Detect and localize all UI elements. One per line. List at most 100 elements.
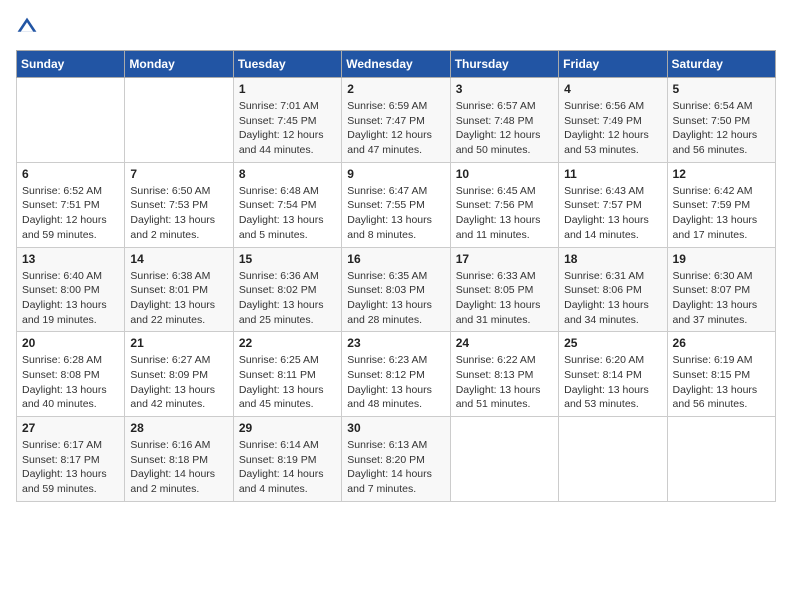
day-number: 18: [564, 252, 661, 266]
day-cell: 27 Sunrise: 6:17 AM Sunset: 8:17 PM Dayli…: [17, 417, 125, 502]
day-info: Sunrise: 6:30 AM Sunset: 8:07 PM Dayligh…: [673, 269, 770, 328]
day-cell: 10 Sunrise: 6:45 AM Sunset: 7:56 PM Dayli…: [450, 162, 558, 247]
day-info: Sunrise: 6:42 AM Sunset: 7:59 PM Dayligh…: [673, 184, 770, 243]
day-cell: 12 Sunrise: 6:42 AM Sunset: 7:59 PM Dayli…: [667, 162, 775, 247]
day-number: 20: [22, 336, 119, 350]
weekday-header-wednesday: Wednesday: [342, 51, 450, 78]
day-info: Sunrise: 6:54 AM Sunset: 7:50 PM Dayligh…: [673, 99, 770, 158]
week-row-4: 20 Sunrise: 6:28 AM Sunset: 8:08 PM Dayli…: [17, 332, 776, 417]
weekday-header-monday: Monday: [125, 51, 233, 78]
day-number: 21: [130, 336, 227, 350]
day-cell: 5 Sunrise: 6:54 AM Sunset: 7:50 PM Daylig…: [667, 78, 775, 163]
day-cell: 8 Sunrise: 6:48 AM Sunset: 7:54 PM Daylig…: [233, 162, 341, 247]
day-cell: 20 Sunrise: 6:28 AM Sunset: 8:08 PM Dayli…: [17, 332, 125, 417]
day-info: Sunrise: 6:52 AM Sunset: 7:51 PM Dayligh…: [22, 184, 119, 243]
day-number: 2: [347, 82, 444, 96]
day-cell: 21 Sunrise: 6:27 AM Sunset: 8:09 PM Dayli…: [125, 332, 233, 417]
day-info: Sunrise: 6:45 AM Sunset: 7:56 PM Dayligh…: [456, 184, 553, 243]
day-number: 10: [456, 167, 553, 181]
day-cell: 19Sunrise: 6:30 AM Sunset: 8:07 PM Dayli…: [667, 247, 775, 332]
day-number: 5: [673, 82, 770, 96]
day-info: Sunrise: 6:20 AM Sunset: 8:14 PM Dayligh…: [564, 353, 661, 412]
day-info: Sunrise: 6:48 AM Sunset: 7:54 PM Dayligh…: [239, 184, 336, 243]
day-info: Sunrise: 6:13 AM Sunset: 8:20 PM Dayligh…: [347, 438, 444, 497]
day-number: 14: [130, 252, 227, 266]
day-cell: 14 Sunrise: 6:38 AM Sunset: 8:01 PM Dayli…: [125, 247, 233, 332]
day-info: Sunrise: 6:17 AM Sunset: 8:17 PM Dayligh…: [22, 438, 119, 497]
day-cell: 29Sunrise: 6:14 AM Sunset: 8:19 PM Dayli…: [233, 417, 341, 502]
day-number: 28: [130, 421, 227, 435]
day-cell: [125, 78, 233, 163]
day-info: Sunrise: 6:27 AM Sunset: 8:09 PM Dayligh…: [130, 353, 227, 412]
day-cell: 24 Sunrise: 6:22 AM Sunset: 8:13 PM Dayli…: [450, 332, 558, 417]
day-cell: 3 Sunrise: 6:57 AM Sunset: 7:48 PM Daylig…: [450, 78, 558, 163]
day-number: 3: [456, 82, 553, 96]
day-info: Sunrise: 6:14 AM Sunset: 8:19 PM Dayligh…: [239, 438, 336, 497]
day-number: 6: [22, 167, 119, 181]
day-info: Sunrise: 6:35 AM Sunset: 8:03 PM Dayligh…: [347, 269, 444, 328]
day-number: 24: [456, 336, 553, 350]
week-row-1: 1 Sunrise: 7:01 AM Sunset: 7:45 PM Daylig…: [17, 78, 776, 163]
day-info: Sunrise: 6:19 AM Sunset: 8:15 PM Dayligh…: [673, 353, 770, 412]
day-number: 4: [564, 82, 661, 96]
weekday-header-thursday: Thursday: [450, 51, 558, 78]
day-number: 22: [239, 336, 336, 350]
day-info: Sunrise: 6:50 AM Sunset: 7:53 PM Dayligh…: [130, 184, 227, 243]
day-info: Sunrise: 6:57 AM Sunset: 7:48 PM Dayligh…: [456, 99, 553, 158]
day-cell: 15Sunrise: 6:36 AM Sunset: 8:02 PM Dayli…: [233, 247, 341, 332]
day-cell: 2 Sunrise: 6:59 AM Sunset: 7:47 PM Daylig…: [342, 78, 450, 163]
weekday-header-row: SundayMondayTuesdayWednesdayThursdayFrid…: [17, 51, 776, 78]
day-cell: 4 Sunrise: 6:56 AM Sunset: 7:49 PM Daylig…: [559, 78, 667, 163]
day-number: 7: [130, 167, 227, 181]
day-number: 8: [239, 167, 336, 181]
day-cell: 26 Sunrise: 6:19 AM Sunset: 8:15 PM Dayli…: [667, 332, 775, 417]
day-info: Sunrise: 6:22 AM Sunset: 8:13 PM Dayligh…: [456, 353, 553, 412]
day-cell: 9 Sunrise: 6:47 AM Sunset: 7:55 PM Daylig…: [342, 162, 450, 247]
day-info: Sunrise: 6:43 AM Sunset: 7:57 PM Dayligh…: [564, 184, 661, 243]
day-info: Sunrise: 6:23 AM Sunset: 8:12 PM Dayligh…: [347, 353, 444, 412]
weekday-header-sunday: Sunday: [17, 51, 125, 78]
day-cell: 16 Sunrise: 6:35 AM Sunset: 8:03 PM Dayli…: [342, 247, 450, 332]
page-header: [16, 16, 776, 38]
day-cell: 22 Sunrise: 6:25 AM Sunset: 8:11 PM Dayli…: [233, 332, 341, 417]
day-cell: [450, 417, 558, 502]
day-cell: 6 Sunrise: 6:52 AM Sunset: 7:51 PM Daylig…: [17, 162, 125, 247]
weekday-header-friday: Friday: [559, 51, 667, 78]
day-number: 27: [22, 421, 119, 435]
day-cell: 13Sunrise: 6:40 AM Sunset: 8:00 PM Dayli…: [17, 247, 125, 332]
day-info: Sunrise: 6:47 AM Sunset: 7:55 PM Dayligh…: [347, 184, 444, 243]
day-cell: 11Sunrise: 6:43 AM Sunset: 7:57 PM Dayli…: [559, 162, 667, 247]
day-number: 16: [347, 252, 444, 266]
day-info: Sunrise: 6:28 AM Sunset: 8:08 PM Dayligh…: [22, 353, 119, 412]
day-info: Sunrise: 7:01 AM Sunset: 7:45 PM Dayligh…: [239, 99, 336, 158]
day-cell: 18 Sunrise: 6:31 AM Sunset: 8:06 PM Dayli…: [559, 247, 667, 332]
day-info: Sunrise: 6:16 AM Sunset: 8:18 PM Dayligh…: [130, 438, 227, 497]
calendar-table: SundayMondayTuesdayWednesdayThursdayFrid…: [16, 50, 776, 502]
day-cell: 23 Sunrise: 6:23 AM Sunset: 8:12 PM Dayli…: [342, 332, 450, 417]
day-number: 9: [347, 167, 444, 181]
day-info: Sunrise: 6:33 AM Sunset: 8:05 PM Dayligh…: [456, 269, 553, 328]
day-info: Sunrise: 6:59 AM Sunset: 7:47 PM Dayligh…: [347, 99, 444, 158]
day-number: 30: [347, 421, 444, 435]
day-cell: [559, 417, 667, 502]
day-info: Sunrise: 6:25 AM Sunset: 8:11 PM Dayligh…: [239, 353, 336, 412]
day-number: 25: [564, 336, 661, 350]
day-info: Sunrise: 6:38 AM Sunset: 8:01 PM Dayligh…: [130, 269, 227, 328]
week-row-5: 27 Sunrise: 6:17 AM Sunset: 8:17 PM Dayli…: [17, 417, 776, 502]
day-cell: 17 Sunrise: 6:33 AM Sunset: 8:05 PM Dayli…: [450, 247, 558, 332]
week-row-2: 6 Sunrise: 6:52 AM Sunset: 7:51 PM Daylig…: [17, 162, 776, 247]
day-number: 26: [673, 336, 770, 350]
day-cell: 25 Sunrise: 6:20 AM Sunset: 8:14 PM Dayli…: [559, 332, 667, 417]
day-cell: [667, 417, 775, 502]
day-number: 17: [456, 252, 553, 266]
day-number: 12: [673, 167, 770, 181]
day-number: 23: [347, 336, 444, 350]
day-info: Sunrise: 6:56 AM Sunset: 7:49 PM Dayligh…: [564, 99, 661, 158]
day-number: 15: [239, 252, 336, 266]
day-info: Sunrise: 6:31 AM Sunset: 8:06 PM Dayligh…: [564, 269, 661, 328]
weekday-header-tuesday: Tuesday: [233, 51, 341, 78]
day-cell: 30 Sunrise: 6:13 AM Sunset: 8:20 PM Dayli…: [342, 417, 450, 502]
week-row-3: 13Sunrise: 6:40 AM Sunset: 8:00 PM Dayli…: [17, 247, 776, 332]
day-cell: 1 Sunrise: 7:01 AM Sunset: 7:45 PM Daylig…: [233, 78, 341, 163]
day-number: 1: [239, 82, 336, 96]
